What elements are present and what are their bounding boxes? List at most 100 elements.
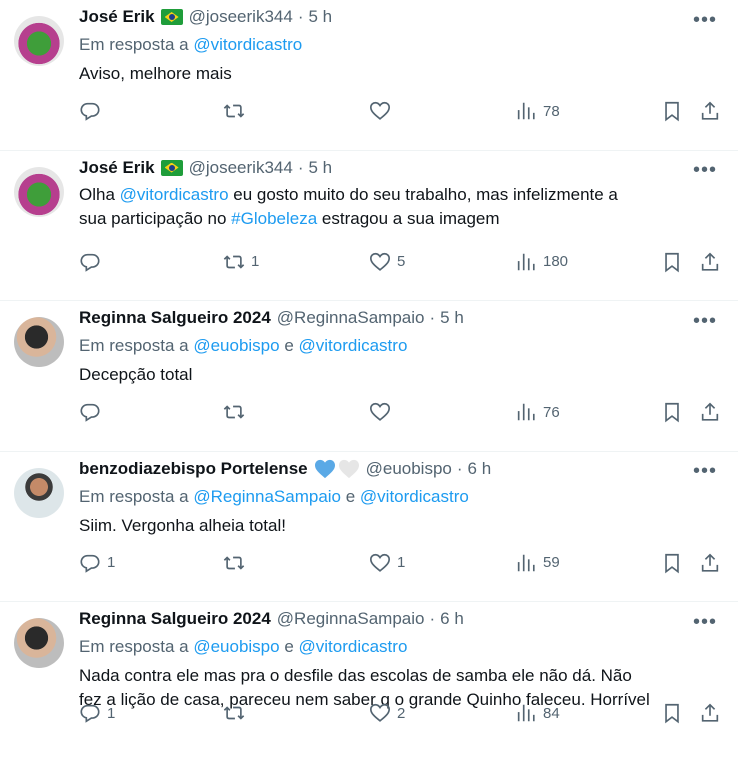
white-heart-icon bbox=[338, 459, 359, 478]
share-button[interactable] bbox=[699, 100, 721, 122]
tweet-text: Siim. Vergonha alheia total! bbox=[79, 514, 722, 538]
more-options-button[interactable]: ••• bbox=[688, 310, 722, 332]
views-count: 78 bbox=[543, 102, 560, 120]
tweet[interactable]: benzodiazebispo Portelense @euobispo · 6… bbox=[0, 452, 738, 602]
more-icon: ••• bbox=[692, 460, 717, 482]
retweet-button[interactable] bbox=[223, 702, 251, 724]
tweet[interactable]: José Erik @joseerik344 · 5 h ••• Olha @v… bbox=[0, 151, 738, 301]
timestamp[interactable]: 6 h bbox=[440, 608, 464, 630]
timestamp[interactable]: 5 h bbox=[308, 6, 332, 28]
views-count: 180 bbox=[543, 253, 569, 270]
inline-link[interactable]: @vitordicastro bbox=[120, 185, 229, 204]
like-button[interactable]: 2 bbox=[369, 702, 405, 724]
like-count: 2 bbox=[397, 704, 406, 722]
inline-link[interactable]: #Globeleza bbox=[231, 209, 317, 228]
avatar[interactable] bbox=[14, 16, 64, 66]
author-name[interactable]: José Erik bbox=[79, 6, 155, 28]
avatar[interactable] bbox=[14, 467, 64, 518]
views-count: 84 bbox=[543, 704, 560, 722]
retweet-button[interactable] bbox=[223, 401, 251, 423]
hearts-emoji bbox=[314, 459, 360, 479]
views-button[interactable]: 59 bbox=[515, 552, 560, 574]
reply-mention-link[interactable]: @vitordicastro bbox=[193, 35, 302, 54]
reply-mention-link[interactable]: @vitordicastro bbox=[360, 487, 469, 506]
tweet[interactable]: Reginna Salgueiro 2024 @ReginnaSampaio ·… bbox=[0, 602, 738, 753]
reply-mention-link[interactable]: @euobispo bbox=[193, 336, 279, 355]
bookmark-button[interactable] bbox=[661, 100, 683, 122]
author-name[interactable]: benzodiazebispo Portelense bbox=[79, 458, 308, 480]
more-options-button[interactable]: ••• bbox=[688, 460, 722, 483]
separator-dot: · bbox=[297, 157, 304, 177]
share-icon bbox=[701, 101, 719, 120]
bookmark-button[interactable] bbox=[661, 251, 683, 273]
share-button[interactable] bbox=[699, 401, 721, 423]
timestamp[interactable]: 5 h bbox=[308, 157, 332, 179]
views-button[interactable]: 84 bbox=[515, 702, 560, 724]
avatar[interactable] bbox=[14, 317, 64, 367]
reply-context: Em resposta a @ReginnaSampaio e @vitordi… bbox=[79, 486, 722, 508]
bookmark-icon bbox=[665, 252, 679, 272]
retweet-icon bbox=[223, 555, 245, 570]
author-handle[interactable]: @euobispo bbox=[366, 458, 452, 480]
views-button[interactable]: 180 bbox=[515, 251, 568, 273]
author-name[interactable]: Reginna Salgueiro 2024 bbox=[79, 608, 271, 630]
author-name[interactable]: Reginna Salgueiro 2024 bbox=[79, 307, 271, 329]
views-icon bbox=[517, 102, 535, 120]
tweet-header: José Erik @joseerik344 · 5 h bbox=[79, 157, 722, 179]
heart-icon bbox=[370, 703, 390, 722]
retweet-button[interactable] bbox=[223, 100, 251, 122]
more-options-button[interactable]: ••• bbox=[688, 159, 722, 182]
share-icon bbox=[701, 553, 719, 572]
reply-icon bbox=[80, 253, 100, 272]
bookmark-button[interactable] bbox=[661, 552, 683, 574]
author-handle[interactable]: @joseerik344 bbox=[189, 6, 293, 28]
bookmark-button[interactable] bbox=[661, 702, 683, 724]
tweet-content: José Erik @joseerik344 · 5 h ••• Olha @v… bbox=[79, 157, 722, 231]
reply-button[interactable] bbox=[79, 251, 107, 273]
share-button[interactable] bbox=[699, 251, 721, 273]
tweet-content: Reginna Salgueiro 2024 @ReginnaSampaio ·… bbox=[79, 608, 722, 712]
bookmark-button[interactable] bbox=[661, 401, 683, 423]
tweet-content: benzodiazebispo Portelense @euobispo · 6… bbox=[79, 458, 722, 538]
author-handle[interactable]: @joseerik344 bbox=[189, 157, 293, 179]
share-button[interactable] bbox=[699, 702, 721, 724]
tweet-text: Decepção total bbox=[79, 363, 722, 387]
author-handle[interactable]: @ReginnaSampaio bbox=[277, 608, 425, 630]
tweet-header: Reginna Salgueiro 2024 @ReginnaSampaio ·… bbox=[79, 307, 722, 329]
like-button[interactable]: 5 bbox=[369, 251, 405, 273]
reply-button[interactable] bbox=[79, 401, 107, 423]
share-button[interactable] bbox=[699, 552, 721, 574]
more-options-button[interactable]: ••• bbox=[688, 9, 722, 31]
like-button[interactable]: 1 bbox=[369, 552, 405, 574]
retweet-button[interactable] bbox=[223, 552, 251, 574]
views-button[interactable]: 78 bbox=[515, 100, 560, 122]
reply-joiner: e bbox=[279, 336, 299, 355]
avatar[interactable] bbox=[14, 166, 64, 217]
reply-mention-link[interactable]: @vitordicastro bbox=[299, 637, 408, 656]
more-options-button[interactable]: ••• bbox=[688, 611, 722, 633]
reply-button[interactable]: 1 bbox=[79, 702, 115, 724]
like-button[interactable] bbox=[369, 100, 397, 122]
tweet[interactable]: Reginna Salgueiro 2024 @ReginnaSampaio ·… bbox=[0, 301, 738, 452]
views-button[interactable]: 76 bbox=[515, 401, 560, 423]
bookmark-icon bbox=[665, 402, 679, 423]
reply-prefix: Em resposta a bbox=[79, 486, 194, 506]
views-icon bbox=[517, 704, 535, 722]
like-button[interactable] bbox=[369, 401, 397, 423]
retweet-button[interactable]: 1 bbox=[223, 251, 259, 273]
reply-mention-link[interactable]: @euobispo bbox=[193, 637, 279, 656]
timestamp[interactable]: 6 h bbox=[468, 458, 492, 480]
reply-mention-link[interactable]: @vitordicastro bbox=[299, 336, 408, 355]
author-name[interactable]: José Erik bbox=[79, 157, 155, 179]
avatar[interactable] bbox=[14, 618, 64, 668]
reply-button[interactable] bbox=[79, 100, 107, 122]
heart-icon bbox=[370, 402, 390, 421]
author-handle[interactable]: @ReginnaSampaio bbox=[277, 307, 425, 329]
timestamp[interactable]: 5 h bbox=[440, 307, 464, 329]
tweet-header: Reginna Salgueiro 2024 @ReginnaSampaio ·… bbox=[79, 608, 722, 630]
views-icon bbox=[517, 403, 535, 421]
tweet-actions: 1 1 59 bbox=[79, 548, 726, 578]
reply-button[interactable]: 1 bbox=[79, 552, 115, 574]
reply-mention-link[interactable]: @ReginnaSampaio bbox=[193, 487, 341, 506]
tweet[interactable]: José Erik @joseerik344 · 5 h ••• Em resp… bbox=[0, 0, 738, 151]
